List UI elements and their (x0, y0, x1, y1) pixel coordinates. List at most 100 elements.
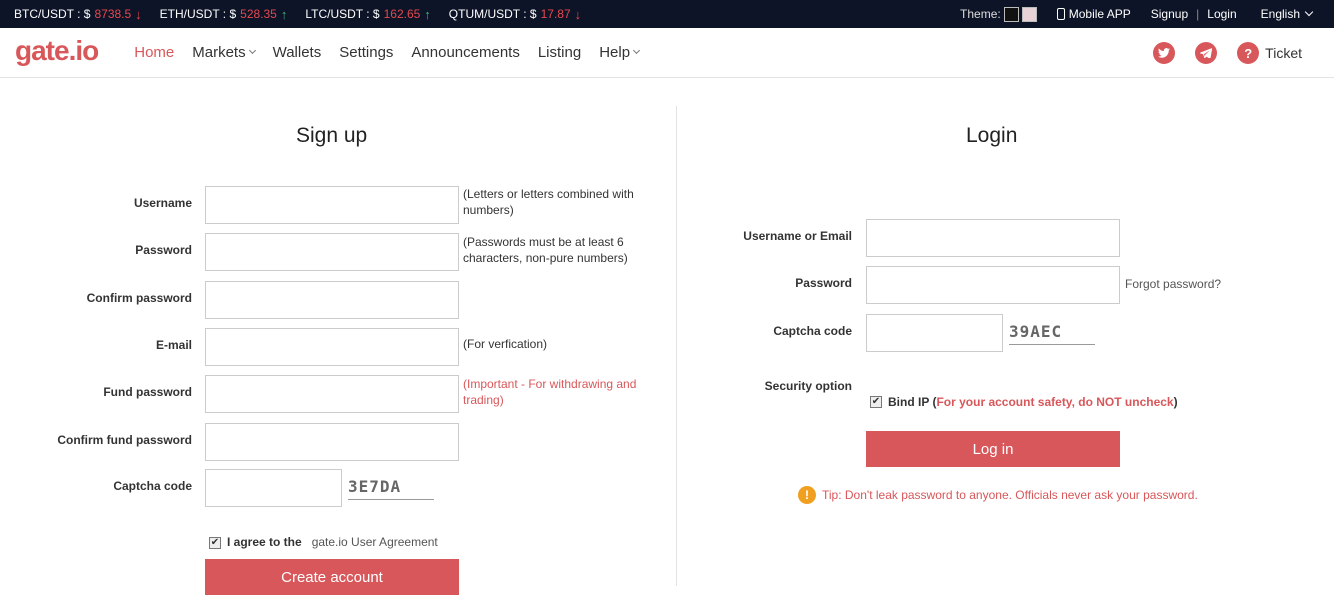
password-hint: (Passwords must be at least 6 characters… (463, 235, 628, 265)
ticker-price: 162.65 (383, 7, 421, 21)
agree-checkbox[interactable]: ✔ (209, 537, 221, 549)
captcha-label: Captcha code (113, 479, 192, 493)
login-button[interactable]: Log in (866, 431, 1120, 467)
signup-confirm-password-input[interactable] (205, 281, 459, 319)
login-title: Login (966, 124, 1018, 147)
vertical-divider (676, 106, 677, 586)
arrow-up-icon: ↑ (424, 6, 431, 22)
theme-dark-swatch[interactable] (1003, 6, 1019, 22)
ticker-ltc[interactable]: LTC/USDT : $ 162.65 ↑ (305, 7, 430, 22)
login-username-input[interactable] (866, 219, 1120, 257)
bind-ip-text: Bind IP (For your account safety, do NOT… (888, 395, 1178, 409)
signup-captcha-image[interactable]: 3E7DA (348, 474, 434, 500)
language-selector[interactable]: English (1260, 7, 1314, 21)
nav-label: Markets (192, 44, 246, 61)
price-ticker-bar: BTC/USDT : $ 8738.5 ↓ ETH/USDT : $ 528.3… (0, 0, 1334, 28)
nav-label: Wallets (272, 44, 322, 61)
nav-label: Announcements (411, 44, 520, 61)
fund-password-hint: (Important - For withdrawing and trading… (463, 377, 637, 407)
nav-item-home[interactable]: Home (134, 44, 174, 61)
bind-ip-warning: For your account safety, do NOT uncheck (936, 395, 1174, 409)
theme-switcher: Theme: (960, 6, 1037, 22)
nav-item-wallets[interactable]: Wallets (273, 44, 322, 61)
chevron-down-icon (1304, 7, 1314, 17)
security-tip: ! Tip: Don't leak password to anyone. Of… (798, 486, 1198, 504)
login-captcha-input[interactable] (866, 314, 1003, 352)
login-password-input[interactable] (866, 266, 1120, 304)
signup-username-input[interactable] (205, 186, 459, 224)
agree-text: I agree to the gate.io User Agreement (227, 535, 438, 549)
ticker-pair: QTUM/USDT : $ (448, 7, 537, 21)
logo[interactable]: gate.io (15, 35, 99, 67)
user-agreement-link[interactable]: gate.io User Agreement (312, 535, 438, 549)
login-password-label: Password (795, 276, 852, 290)
twitter-icon[interactable] (1153, 42, 1176, 64)
signup-title: Sign up (296, 124, 368, 147)
username-label: Username (133, 196, 192, 210)
mobile-app-label: Mobile APP (1068, 7, 1131, 21)
nav-label: Listing (537, 44, 582, 61)
telegram-icon[interactable] (1195, 42, 1218, 64)
login-username-label: Username or Email (743, 229, 852, 243)
ticker-price: 17.87 (540, 7, 571, 21)
nav-label: Home (134, 44, 175, 61)
password-label: Password (135, 243, 192, 257)
auth-page: Sign up Username (Letters or letters com… (0, 78, 1334, 614)
security-option-label: Security option (764, 379, 852, 393)
ticker-btc[interactable]: BTC/USDT : $ 8738.5 ↓ (14, 7, 142, 22)
signup-email-input[interactable] (205, 328, 459, 366)
ticket-label: Ticket (1265, 45, 1302, 61)
signup-fund-password-input[interactable] (205, 375, 459, 413)
ticker-price: 528.35 (240, 7, 277, 21)
chevron-down-icon (248, 46, 256, 55)
arrow-up-icon: ↑ (280, 6, 288, 22)
nav-item-markets[interactable]: Markets (192, 44, 256, 61)
arrow-down-icon: ↓ (135, 6, 142, 22)
nav-item-help[interactable]: Help (599, 44, 641, 61)
confirm-fund-password-label: Confirm fund password (57, 433, 192, 447)
email-label: E-mail (155, 338, 192, 352)
signup-password-input[interactable] (205, 233, 459, 271)
nav-item-announcements[interactable]: Announcements (411, 44, 519, 61)
ticker-pair: BTC/USDT : $ (14, 7, 91, 21)
nav-menu: Home Markets Wallets Settings Announceme… (134, 44, 657, 61)
bind-ip-label: Bind IP ( (888, 395, 937, 409)
forgot-password-link[interactable]: Forgot password? (1125, 277, 1221, 291)
question-icon: ? (1237, 42, 1260, 64)
separator: | (1196, 7, 1200, 21)
ticker-pair: LTC/USDT : $ (305, 7, 380, 21)
main-navbar: gate.io Home Markets Wallets Settings An… (0, 28, 1334, 78)
signup-confirm-fund-password-input[interactable] (205, 423, 459, 461)
nav-label: Settings (339, 44, 394, 61)
mobile-app-link[interactable]: Mobile APP (1056, 7, 1131, 21)
bind-ip-close: ) (1173, 395, 1178, 409)
ticket-link[interactable]: ? Ticket (1237, 42, 1302, 64)
ticker-qtum[interactable]: QTUM/USDT : $ 17.87 ↓ (449, 7, 581, 22)
login-captcha-image[interactable]: 39AEC (1009, 319, 1095, 345)
nav-item-settings[interactable]: Settings (339, 44, 393, 61)
language-label: English (1260, 7, 1300, 21)
confirm-password-label: Confirm password (86, 291, 192, 305)
tip-text: Tip: Don't leak password to anyone. Offi… (822, 488, 1198, 502)
warning-icon: ! (798, 486, 816, 504)
create-account-button[interactable]: Create account (205, 559, 459, 595)
login-captcha-label: Captcha code (773, 324, 852, 338)
nav-label: Help (599, 44, 631, 61)
arrow-down-icon: ↓ (574, 6, 582, 22)
username-hint: (Letters or letters combined with number… (463, 187, 634, 217)
signup-captcha-input[interactable] (205, 469, 342, 507)
agree-label: I agree to the (227, 535, 302, 549)
theme-light-swatch[interactable] (1021, 6, 1037, 22)
theme-label: Theme: (960, 7, 1001, 21)
phone-icon (1056, 8, 1065, 20)
chevron-down-icon (633, 46, 641, 55)
fund-password-label: Fund password (103, 385, 192, 399)
ticker-eth[interactable]: ETH/USDT : $ 528.35 ↑ (160, 7, 288, 22)
ticker-price: 8738.5 (94, 7, 132, 21)
signup-link[interactable]: Signup (1151, 7, 1188, 21)
email-hint: (For verfication) (463, 337, 548, 351)
nav-item-listing[interactable]: Listing (538, 44, 581, 61)
ticker-pair: ETH/USDT : $ (159, 7, 237, 21)
login-link[interactable]: Login (1207, 7, 1236, 21)
bind-ip-checkbox[interactable]: ✔ (870, 396, 882, 408)
